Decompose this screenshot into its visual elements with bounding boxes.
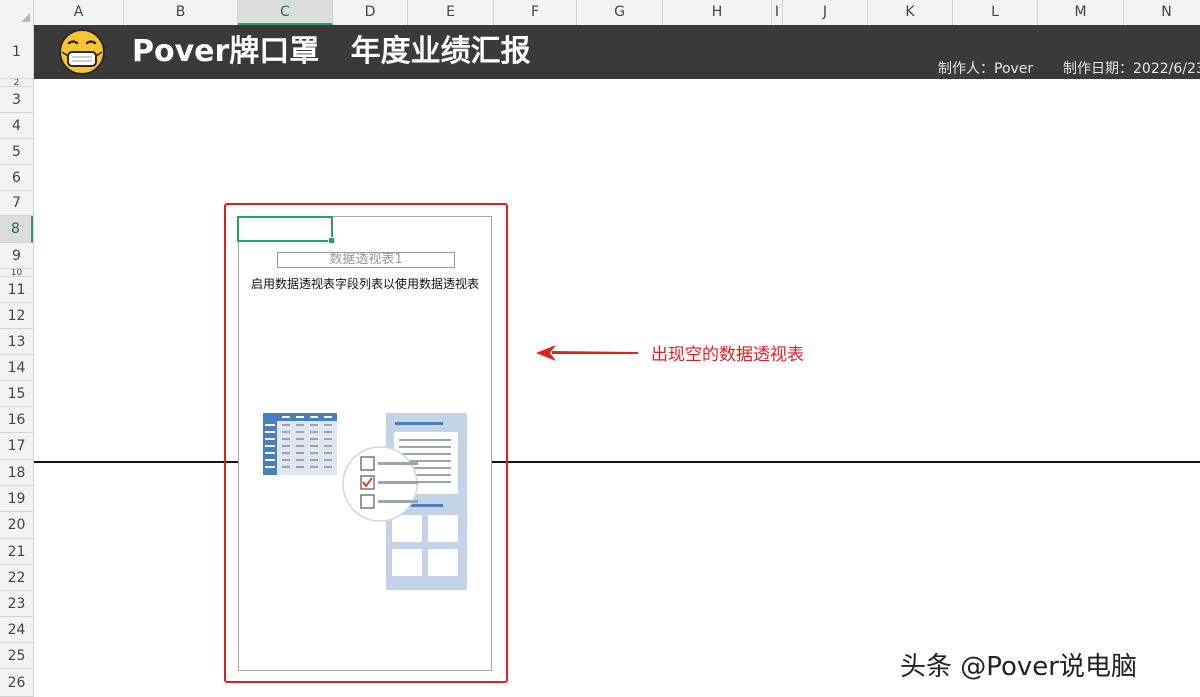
- column-header-j[interactable]: J: [783, 0, 868, 25]
- row-header-25[interactable]: 25: [0, 643, 33, 669]
- row-header-18[interactable]: 18: [0, 460, 33, 486]
- row-header-15[interactable]: 15: [0, 381, 33, 407]
- column-header-m[interactable]: M: [1038, 0, 1124, 25]
- row-header-14[interactable]: 14: [0, 355, 33, 381]
- column-header-f[interactable]: F: [494, 0, 577, 25]
- horizontal-divider-line: [34, 461, 1200, 463]
- column-header-bar: ABCDEFGHIJKLMN: [0, 0, 1200, 26]
- row-header-22[interactable]: 22: [0, 565, 33, 591]
- column-header-i[interactable]: I: [772, 0, 783, 25]
- highlight-box: [224, 203, 508, 683]
- date-label: 制作日期：2022/6/23: [1063, 61, 1200, 77]
- row-header-4[interactable]: 4: [0, 113, 33, 139]
- row-header-5[interactable]: 5: [0, 139, 33, 165]
- left-arrow-icon: [536, 345, 638, 361]
- row-header-20[interactable]: 20: [0, 512, 33, 539]
- watermark: 头条 @Pover说电脑: [900, 652, 1137, 682]
- row-header-6[interactable]: 6: [0, 165, 33, 191]
- column-header-h[interactable]: H: [663, 0, 772, 25]
- column-header-a[interactable]: A: [34, 0, 124, 25]
- row-header-10[interactable]: 10: [0, 269, 33, 277]
- row-header-17[interactable]: 17: [0, 433, 33, 460]
- row-header-21[interactable]: 21: [0, 539, 33, 565]
- column-header-e[interactable]: E: [408, 0, 494, 25]
- author-label: 制作人：Pover: [938, 61, 1034, 77]
- row-header-26[interactable]: 26: [0, 669, 33, 697]
- row-header-16[interactable]: 16: [0, 407, 33, 433]
- column-header-d[interactable]: D: [333, 0, 408, 25]
- row-header-2[interactable]: 2: [0, 79, 33, 87]
- row-header-11[interactable]: 11: [0, 277, 33, 303]
- row-header-13[interactable]: 13: [0, 329, 33, 355]
- row-header-8[interactable]: 8: [0, 216, 33, 243]
- select-all-button[interactable]: [0, 0, 34, 25]
- column-header-n[interactable]: N: [1124, 0, 1200, 25]
- row-header-7[interactable]: 7: [0, 191, 33, 216]
- row-header-bar: 1 2 3 4 5 6 7 8 9 10 11 12 13 14 15 16 17 18 19 20 21 22 23 24 2…: [0, 25, 34, 697]
- row-header-19[interactable]: 19: [0, 486, 33, 512]
- report-title: Pover牌口罩 年度业绩汇报: [132, 34, 531, 69]
- row-header-3[interactable]: 3: [0, 87, 33, 113]
- row-header-23[interactable]: 23: [0, 591, 33, 617]
- masked-face-emoji-icon: [59, 29, 105, 75]
- row-header-12[interactable]: 12: [0, 303, 33, 329]
- column-header-l[interactable]: L: [953, 0, 1038, 25]
- column-header-g[interactable]: G: [577, 0, 663, 25]
- column-header-c[interactable]: C: [238, 0, 333, 25]
- row-header-9[interactable]: 9: [0, 243, 33, 269]
- column-header-k[interactable]: K: [868, 0, 953, 25]
- column-header-b[interactable]: B: [124, 0, 238, 25]
- annotation-text: 出现空的数据透视表: [651, 345, 804, 365]
- row-header-24[interactable]: 24: [0, 617, 33, 643]
- row-header-1[interactable]: 1: [0, 25, 33, 79]
